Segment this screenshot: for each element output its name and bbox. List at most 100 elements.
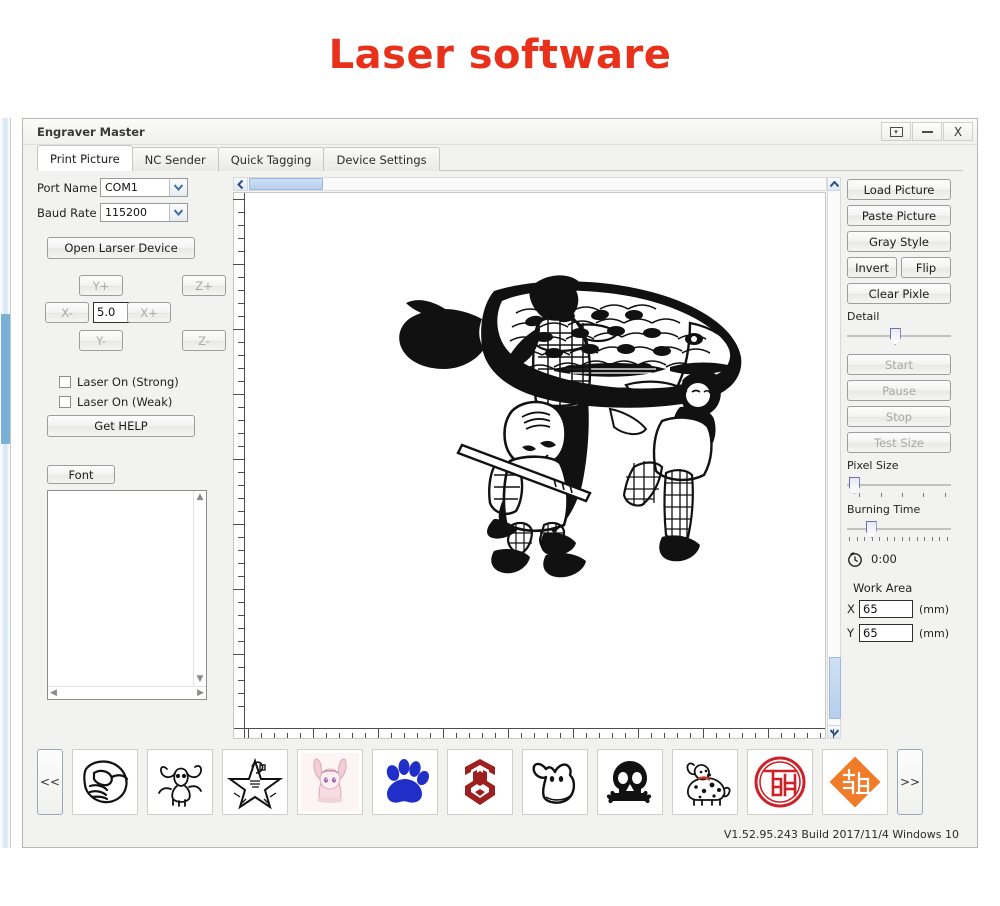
tab-label: NC Sender (144, 152, 206, 167)
gallery-item-transformers-logo[interactable] (447, 749, 513, 815)
close-button[interactable]: X (943, 122, 973, 141)
laser-weak-label: Laser On (Weak) (77, 395, 173, 409)
tab-bar: Print Picture NC Sender Quick Tagging De… (23, 145, 977, 171)
gallery-item-anime-bunny-girl[interactable] (297, 749, 363, 815)
chevron-down-icon[interactable]: ▼ (197, 675, 204, 684)
baud-rate-value: 115200 (105, 206, 147, 219)
load-picture-button[interactable]: Load Picture (847, 179, 951, 200)
gallery-item-bull[interactable] (147, 749, 213, 815)
font-button[interactable]: Font (47, 465, 115, 484)
gallery-item-pointing-hand[interactable] (72, 749, 138, 815)
gallery-prev-button[interactable]: << (37, 749, 63, 815)
text-input-area[interactable]: ▲ ▼ ◀ ▶ (47, 490, 207, 700)
scroll-down-icon[interactable] (828, 725, 840, 738)
bull-icon (151, 753, 209, 811)
gallery-item-fu-seal-round[interactable] (747, 749, 813, 815)
clear-pixle-button[interactable]: Clear Pixle (847, 283, 951, 304)
pause-button[interactable]: Pause (847, 380, 951, 401)
main-content: Port Name COM1 Baud Rate 115200 Open Lar… (23, 171, 977, 739)
gallery-item-star-emblem[interactable] (222, 749, 288, 815)
tab-label: Device Settings (336, 152, 427, 167)
port-name-select[interactable]: COM1 (100, 178, 188, 197)
version-status-text: V1.52.95.243 Build 2017/11/4 Windows 10 (723, 828, 959, 841)
paste-picture-button[interactable]: Paste Picture (847, 205, 951, 226)
jog-x-plus-button[interactable]: X+ (127, 302, 171, 323)
window-left-scrollbar-thumb[interactable] (1, 314, 10, 444)
window-controls: ▾ X (881, 122, 973, 141)
work-area-y-input[interactable]: 65 (859, 624, 913, 642)
text-area-vertical-scrollbar[interactable]: ▲ ▼ (193, 491, 206, 686)
pointing-hand-icon (76, 753, 134, 811)
scroll-up-icon[interactable] (828, 178, 840, 191)
tab-print-picture[interactable]: Print Picture (37, 145, 133, 171)
artwork-preview[interactable] (394, 261, 754, 591)
burning-time-slider[interactable] (847, 519, 951, 541)
work-area-x-row: X 65 (mm) (847, 600, 967, 618)
burning-time-ticks (847, 537, 951, 542)
left-control-panel: Port Name COM1 Baud Rate 115200 Open Lar… (37, 177, 227, 739)
minimize-icon (921, 130, 933, 133)
detail-slider[interactable] (847, 326, 951, 348)
gray-style-button[interactable]: Gray Style (847, 231, 951, 252)
pixel-size-slider-thumb[interactable] (848, 477, 860, 494)
flip-button[interactable]: Flip (901, 257, 951, 278)
stop-button[interactable]: Stop (847, 406, 951, 427)
detail-slider-thumb[interactable] (889, 328, 901, 345)
gallery-item-skull-crossbones[interactable] (597, 749, 663, 815)
laser-weak-checkbox[interactable] (59, 396, 71, 408)
chevron-left-icon[interactable]: ◀ (50, 688, 57, 698)
transformers-logo-icon (451, 753, 509, 811)
restore-button[interactable]: ▾ (881, 122, 911, 141)
gallery-item-paw-print[interactable] (372, 749, 438, 815)
burning-time-slider-thumb[interactable] (865, 521, 877, 538)
window-left-scrollbar[interactable] (0, 118, 11, 848)
gallery-next-button[interactable]: >> (897, 749, 923, 815)
chevron-right-icon[interactable]: ▶ (197, 688, 204, 698)
jog-y-minus-button[interactable]: Y- (79, 330, 123, 351)
canvas-horizontal-scrollbar[interactable] (233, 177, 827, 191)
gallery-item-fu-diamond[interactable] (822, 749, 888, 815)
start-button[interactable]: Start (847, 354, 951, 375)
port-name-label: Port Name (37, 180, 98, 195)
gallery-item-dalmatian-dog[interactable] (672, 749, 738, 815)
test-size-button[interactable]: Test Size (847, 432, 951, 453)
tab-device-settings[interactable]: Device Settings (323, 147, 440, 171)
scroll-left-icon[interactable] (234, 178, 248, 190)
get-help-button[interactable]: Get HELP (47, 415, 195, 437)
chevron-up-icon[interactable]: ▲ (197, 493, 204, 502)
canvas-vertical-scrollbar[interactable] (827, 177, 841, 739)
text-area-horizontal-scrollbar[interactable]: ◀ ▶ (48, 686, 206, 699)
chevron-down-icon[interactable] (169, 179, 187, 196)
baud-rate-select[interactable]: 115200 (100, 203, 188, 222)
invert-button[interactable]: Invert (847, 257, 897, 278)
jog-z-plus-button[interactable]: Z+ (182, 275, 226, 296)
work-area-y-row: Y 65 (mm) (847, 624, 967, 642)
pixel-size-ticks (847, 493, 951, 498)
port-name-value: COM1 (105, 181, 138, 194)
tab-label: Print Picture (50, 151, 120, 166)
laser-weak-row[interactable]: Laser On (Weak) (59, 395, 227, 409)
laser-strong-row[interactable]: Laser On (Strong) (59, 375, 227, 389)
open-laser-device-button[interactable]: Open Larser Device (47, 237, 195, 259)
chevron-down-icon[interactable] (169, 204, 187, 221)
horizontal-ruler (234, 728, 834, 738)
vertical-ruler (233, 193, 245, 738)
jog-z-minus-button[interactable]: Z- (182, 330, 226, 351)
page-title: Laser software (328, 32, 672, 78)
invert-flip-row: Invert Flip (847, 257, 951, 278)
gallery-item-ghost[interactable] (522, 749, 588, 815)
laser-strong-checkbox[interactable] (59, 376, 71, 388)
gallery-strip: << >> V1.52.95.243 Build 2017/11/4 Windo… (23, 739, 977, 847)
minimize-button[interactable] (912, 122, 942, 141)
jog-y-plus-button[interactable]: Y+ (79, 275, 123, 296)
canvas-sheet[interactable] (233, 192, 834, 739)
work-area-x-axis-label: X (847, 602, 855, 616)
work-area-x-input[interactable]: 65 (859, 600, 913, 618)
pixel-size-slider[interactable] (847, 475, 951, 497)
tab-nc-sender[interactable]: NC Sender (131, 147, 219, 171)
canvas-hscroll-thumb[interactable] (249, 178, 323, 190)
canvas-vscroll-thumb[interactable] (829, 657, 841, 719)
fu-diamond-icon (826, 753, 884, 811)
tab-quick-tagging[interactable]: Quick Tagging (217, 147, 325, 171)
jog-x-minus-button[interactable]: X- (45, 302, 89, 323)
